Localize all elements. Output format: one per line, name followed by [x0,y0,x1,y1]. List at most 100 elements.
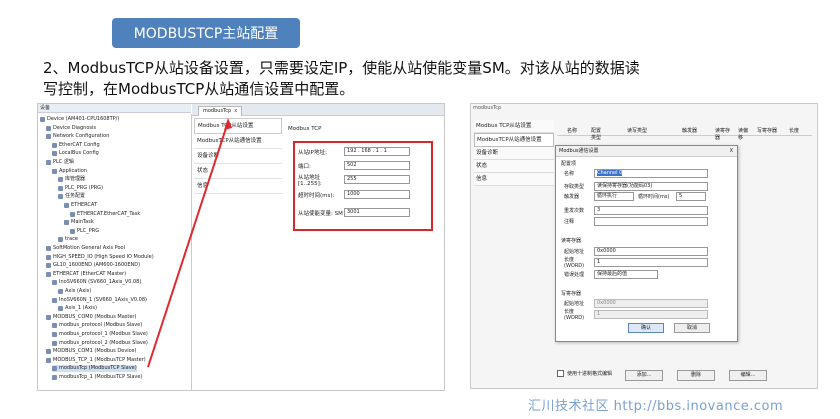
editor-tab-strip: modbusTcp x [192,104,444,116]
tree-node[interactable]: ETHERCAT [64,202,97,209]
tree-node[interactable]: modbusTcp (ModbusTCP Slave) [52,365,137,373]
edit-button[interactable]: 编辑... [729,370,767,381]
tree-node[interactable]: PLC 逻辑 [46,159,74,166]
col-access-type: 读写类型 [627,128,648,134]
nav-item-tcp-slave-settings[interactable]: Modbus TCP从站设置 [194,118,282,134]
tree-node[interactable]: modbus_protocol_1 (Modbus Slave) [52,331,148,338]
delete-button[interactable]: 删除 [677,370,715,381]
trigger-row: 触发器 循环执行 循环时间(ms) 5 [564,191,706,201]
section-title-banner: MODBUSTCP主站配置 [112,18,300,48]
tree-node[interactable]: GL10_1600END (AM600-1600END) [46,262,140,269]
tree-node-icon [52,340,57,346]
col-read-offset: 读偏移 [738,128,749,141]
error-handling-select[interactable]: 保持最后的值 [594,269,658,279]
nav-item-tcp-comm-settings[interactable]: ModbusTCP从站通信设置 [474,133,554,147]
tree-node[interactable]: Device (AM401-CPU1608TP/) [40,116,119,123]
tree-node-icon [52,332,57,337]
cancel-button[interactable]: 取消 [674,323,710,333]
tree-node[interactable]: HIGH_SPEED_IO (High Speed IO Module) [46,254,154,261]
port-input[interactable]: 502 [344,161,410,170]
tree-node-icon [46,314,51,320]
tree-node[interactable]: PLC_PRG [70,228,99,235]
tree-node[interactable]: PLC_PRG (PRG) [58,185,103,192]
tree-node[interactable]: Device Diagnosis [46,125,96,132]
enable-var-row: 从站使能变量: SM 3001 [298,208,410,217]
nav-item-tcp-slave-settings[interactable]: Modbus TCP从站设置 [474,120,554,133]
timeout-input[interactable]: 1000 [344,190,410,199]
nav-item-tcp-comm-settings[interactable]: ModbusTCP从站通信设置 [194,134,282,149]
read-start-input[interactable]: 0x0000 [594,246,708,256]
tree-node[interactable]: ETHERCAT.EtherCAT_Task [70,211,140,218]
tree-node-icon [70,228,75,234]
ok-button[interactable]: 确认 [628,323,664,333]
read-register-section: 读寄存器 [561,238,582,244]
comm-settings-screenshot: modbusTcp Modbus TCP从站设置 ModbusTCP从站通信设置… [470,103,818,389]
trigger-select[interactable]: 循环执行 [594,191,634,201]
tree-node[interactable]: modbusTcp_1 (ModbusTCP Slave) [52,374,142,381]
cycle-time-input[interactable]: 5 [676,191,706,201]
tree-node[interactable]: InoSV660N_1 (SV660_1Axis_V0.08) [52,297,147,304]
tree-node-icon [46,160,51,165]
name-input[interactable]: Channel 0 [594,168,708,178]
tree-node[interactable]: modbus_protocol (Modbus Slave) [52,322,142,329]
add-button[interactable]: 添加... [625,370,663,381]
tree-node[interactable]: modbus_protocol_2 (Modbus Slave) [52,340,148,347]
tree-node[interactable]: ETHERCAT (EtherCAT Master) [46,271,126,278]
tree-node-icon [52,366,57,372]
nav-item-info[interactable]: 信息 [194,179,282,194]
access-type-select[interactable]: 读保持寄存器(功能码03) [594,181,708,191]
tree-node-label: HIGH_SPEED_IO (High Speed IO Module) [53,253,154,260]
tree-node[interactable]: Axis_1 (Axis) [58,305,97,312]
tab-label: modbusTcp [203,108,232,114]
tree-node-label: InoSV660N_1 (SV660_1Axis_V0.08) [59,296,147,303]
retry-input[interactable]: 3 [594,205,708,215]
slave-address-row: 从站地址 [1..255]: 255 [298,175,410,187]
tree-node[interactable]: Application [52,168,87,175]
tree-node[interactable]: InoSV660N (SV660_1Axis_V0.08) [52,279,141,286]
comment-input[interactable] [594,216,708,226]
tree-node-icon [46,254,51,260]
tree-node[interactable]: MODBUS_COM0 (Modbus Master) [46,314,136,321]
tab-modbustcp[interactable]: modbusTcp x [198,106,243,116]
form-title: Modbus TCP [288,126,322,132]
tree-node[interactable]: LocalBus Config [52,150,99,157]
read-length-input[interactable]: 1 [594,257,708,267]
nav-item-status[interactable]: 状态 [474,160,554,173]
tree-node-label: modbus_protocol (Modbus Slave) [59,322,143,329]
nav-item-diagnosis[interactable]: 设备诊断 [474,147,554,160]
nav-item-status[interactable]: 状态 [194,164,282,179]
tree-node[interactable]: 任务配置 [58,193,85,200]
tree-node-label: 库管理器 [65,176,86,183]
tree-node-label: LocalBus Config [59,150,99,157]
tree-node[interactable]: MODBUS_TCP_1 (ModbusTCP Master) [46,357,146,364]
slave-address-input[interactable]: 255 [344,175,410,184]
tree-node[interactable]: trace [58,236,78,243]
decimal-format-checkbox[interactable] [557,370,564,377]
write-length-row: 长度(WORD) 1 [564,309,708,321]
tree-node[interactable]: MainTask [64,219,94,226]
ip-address-row: 从站IP地址: 192 . 168 . 1 . 1 [298,147,410,156]
tree-node[interactable]: EtherCAT Config [52,142,100,149]
enable-var-input[interactable]: 3001 [344,208,410,217]
nav-item-diagnosis[interactable]: 设备诊断 [194,149,282,164]
tree-node[interactable]: Network Configuration [46,133,109,140]
tree-node[interactable]: MODBUS_COM1 (Modbus Device) [46,348,136,355]
tree-node[interactable]: 库管理器 [58,176,85,183]
device-tree: Device (AM401-CPU1608TP/) Device Diagnosi… [38,114,192,390]
ip-address-input[interactable]: 192 . 168 . 1 . 1 [344,147,410,156]
tree-node[interactable]: SoftMotion General Axis Pool [46,245,125,252]
write-start-input: 0x0000 [594,298,708,308]
channel-table-header: 名称 配置类型 读写类型 触发器 读寄存器 读偏移 写寄存器 长度 [557,125,812,141]
tree-node-icon [58,194,63,200]
tree-node[interactable]: Axis (Axis) [58,288,91,295]
decimal-format-option[interactable]: 使用十进制格式编辑 [557,370,612,377]
config-side-nav: Modbus TCP从站设置 ModbusTCP从站通信设置 设备诊断 状态 信… [194,118,282,194]
port-row: 端口: 502 [298,161,410,170]
tree-node-icon [52,323,57,329]
close-icon[interactable]: X [730,146,733,156]
tree-node-icon [58,237,63,243]
col-write-register: 写寄存器 [757,128,778,134]
nav-item-info[interactable]: 信息 [474,173,554,186]
tree-node-label: ETHERCAT.EtherCAT_Task [77,210,141,217]
close-icon[interactable]: x [234,107,237,116]
